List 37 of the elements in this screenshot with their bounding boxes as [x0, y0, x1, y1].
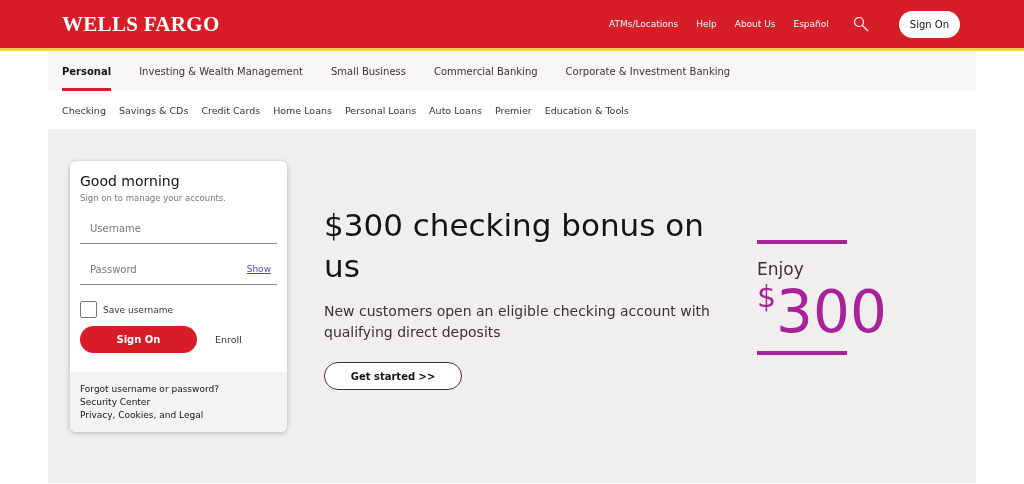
sign-on-button[interactable]: Sign On: [898, 10, 960, 38]
nav-tab[interactable]: Investing & Wealth Management: [139, 51, 303, 91]
nav-tab[interactable]: Commercial Banking: [434, 51, 538, 91]
promo-text: New customers open an eligible checking account with qualifying direct deposits: [324, 302, 711, 342]
bonus-amount: 300: [776, 279, 887, 345]
header-link[interactable]: Español: [793, 19, 829, 29]
nav-tab[interactable]: Corporate & Investment Banking: [565, 51, 731, 91]
footer-link[interactable]: Security Center: [80, 397, 277, 407]
subnav-link[interactable]: Premier: [494, 104, 532, 116]
nav-tab[interactable]: Small Business: [330, 51, 406, 91]
footer-link[interactable]: Privacy, Cookies, and Legal: [80, 410, 277, 420]
sign-on-button[interactable]: Sign On: [80, 326, 197, 353]
enjoy-text: Enjoy: [757, 259, 805, 279]
currency-sign: $: [757, 279, 777, 315]
header-link[interactable]: About Us: [734, 19, 776, 29]
username-field[interactable]: Username: [80, 213, 277, 244]
footer-link[interactable]: Forgot username or password?: [80, 384, 277, 394]
header-link[interactable]: ATMs/Locations: [609, 19, 679, 29]
subnav-link[interactable]: Checking: [62, 104, 106, 116]
get-started-button[interactable]: Get started >>: [324, 362, 462, 390]
subnav-link[interactable]: Education & Tools: [544, 104, 629, 116]
header-link[interactable]: Help: [696, 19, 717, 29]
logo[interactable]: WELLS FARGO: [62, 11, 220, 37]
subnav-link[interactable]: Credit Cards: [201, 104, 261, 116]
checkbox-label: Save username: [103, 304, 173, 315]
checkbox[interactable]: [80, 301, 97, 318]
subtitle: Sign on to manage your accounts.: [80, 193, 227, 203]
subnav-link[interactable]: Auto Loans: [429, 104, 482, 116]
show-link[interactable]: Show: [246, 264, 271, 274]
subnav-link[interactable]: Personal Loans: [344, 104, 417, 116]
enroll-link[interactable]: Enroll: [215, 334, 242, 345]
subnav-link[interactable]: Home Loans: [273, 104, 332, 116]
search-icon[interactable]: [852, 16, 869, 32]
nav-tab[interactable]: Personal: [62, 51, 112, 91]
headline: $300 checking bonus on us: [324, 206, 705, 286]
greeting: Good morning: [80, 173, 181, 189]
subnav-link[interactable]: Savings & CDs: [118, 104, 189, 116]
